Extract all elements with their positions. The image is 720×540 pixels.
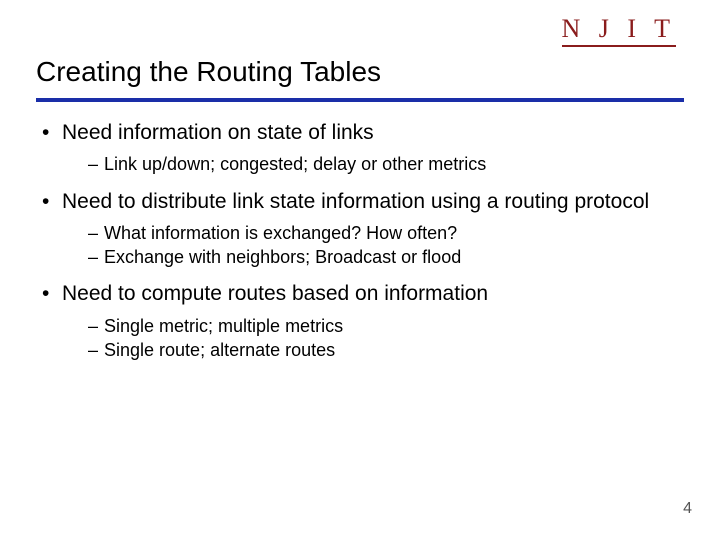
sub-bullet-item: Single route; alternate routes <box>88 338 684 362</box>
sub-bullet-item: What information is exchanged? How often… <box>88 221 684 245</box>
njit-logo: N J I T <box>562 14 676 47</box>
bullet-item: Need to compute routes based on informat… <box>40 281 684 362</box>
sub-bullet-text: Single route; alternate routes <box>104 340 335 360</box>
bullet-text: Need to compute routes based on informat… <box>62 282 488 305</box>
page-number: 4 <box>683 500 692 518</box>
sub-bullet-text: Single metric; multiple metrics <box>104 316 343 336</box>
sub-bullet-list: Link up/down; congested; delay or other … <box>62 152 684 176</box>
sub-bullet-list: Single metric; multiple metrics Single r… <box>62 314 684 363</box>
sub-bullet-item: Single metric; multiple metrics <box>88 314 684 338</box>
bullet-item: Need to distribute link state informatio… <box>40 189 684 270</box>
logo-text: N J I T <box>562 14 676 47</box>
bullet-text: Need information on state of links <box>62 121 374 144</box>
bullet-list: Need information on state of links Link … <box>36 120 684 362</box>
sub-bullet-text: What information is exchanged? How often… <box>104 223 457 243</box>
sub-bullet-text: Exchange with neighbors; Broadcast or fl… <box>104 247 461 267</box>
sub-bullet-item: Exchange with neighbors; Broadcast or fl… <box>88 245 684 269</box>
bullet-text: Need to distribute link state informatio… <box>62 190 649 213</box>
sub-bullet-item: Link up/down; congested; delay or other … <box>88 152 684 176</box>
bullet-item: Need information on state of links Link … <box>40 120 684 177</box>
title-underline <box>36 98 684 102</box>
sub-bullet-list: What information is exchanged? How often… <box>62 221 684 270</box>
sub-bullet-text: Link up/down; congested; delay or other … <box>104 154 486 174</box>
slide: N J I T Creating the Routing Tables Need… <box>0 0 720 540</box>
